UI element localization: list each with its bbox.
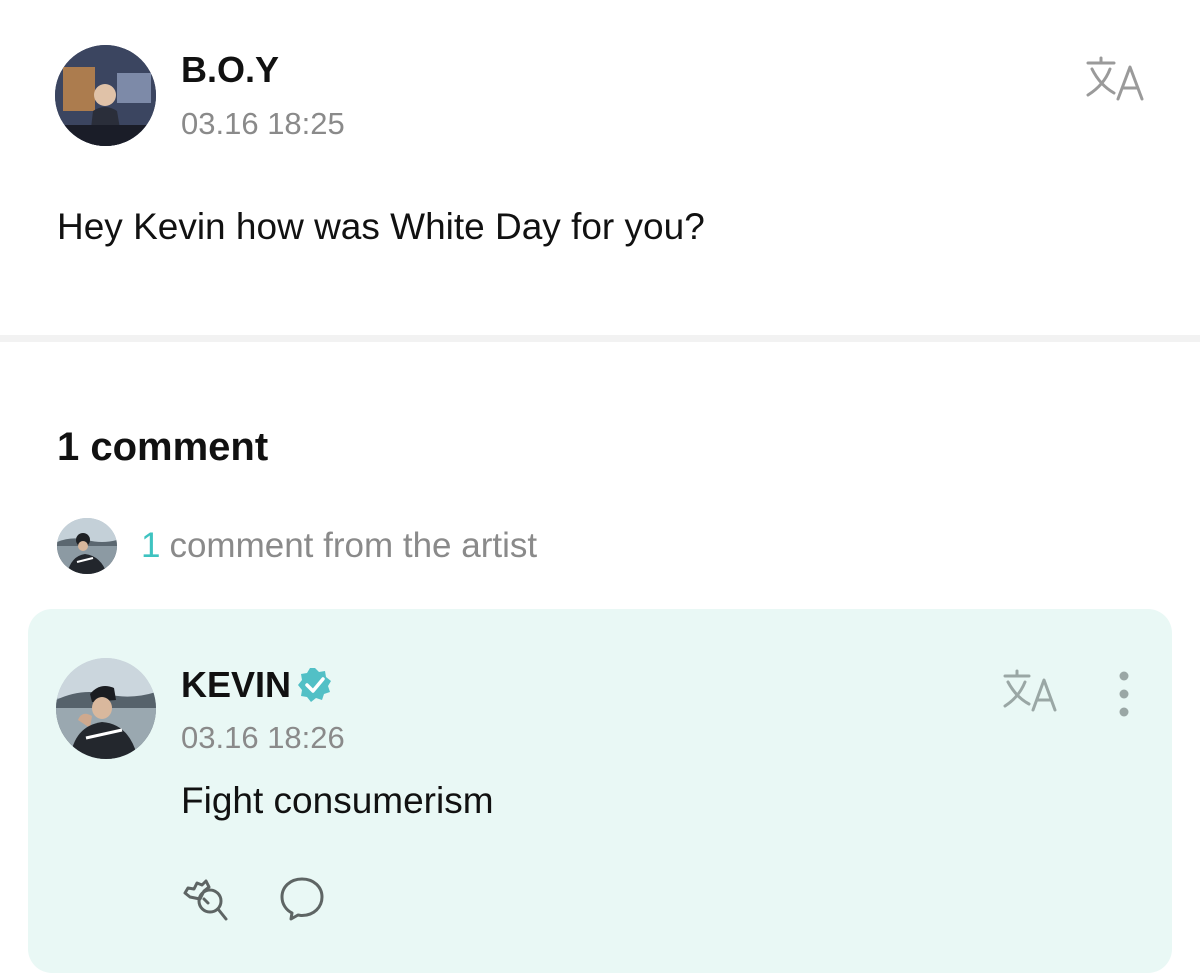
artist-mini-avatar	[57, 518, 117, 574]
artist-comment-label: comment from the artist	[169, 526, 538, 565]
artist-comment-count: 1	[141, 526, 161, 565]
translate-icon[interactable]	[1001, 668, 1061, 714]
post-detail-page: B.O.Y 03.16 18:25 Hey Kevin how was Whit…	[0, 0, 1200, 973]
comments-count-heading: 1 comment	[57, 425, 269, 469]
post-body-text: Hey Kevin how was White Day for you?	[57, 206, 705, 247]
post-author-avatar[interactable]	[55, 45, 156, 146]
artist-comments-summary[interactable]: 1 comment from the artist	[57, 518, 537, 574]
more-vertical-icon[interactable]	[1108, 668, 1140, 720]
section-divider	[0, 335, 1200, 342]
reply-icon[interactable]	[278, 874, 326, 922]
comment-body-text: Fight consumerism	[181, 780, 494, 821]
verified-badge-icon	[295, 665, 335, 705]
comment-author-row: KEVIN	[181, 664, 335, 706]
comment-timestamp: 03.16 18:26	[181, 720, 345, 755]
post-author-name[interactable]: B.O.Y	[181, 49, 279, 91]
post-timestamp: 03.16 18:25	[181, 106, 345, 141]
translate-icon[interactable]	[1084, 55, 1148, 103]
like-icon[interactable]	[180, 875, 232, 923]
comment-author-name[interactable]: KEVIN	[181, 664, 291, 706]
comment-author-avatar[interactable]	[56, 658, 156, 759]
